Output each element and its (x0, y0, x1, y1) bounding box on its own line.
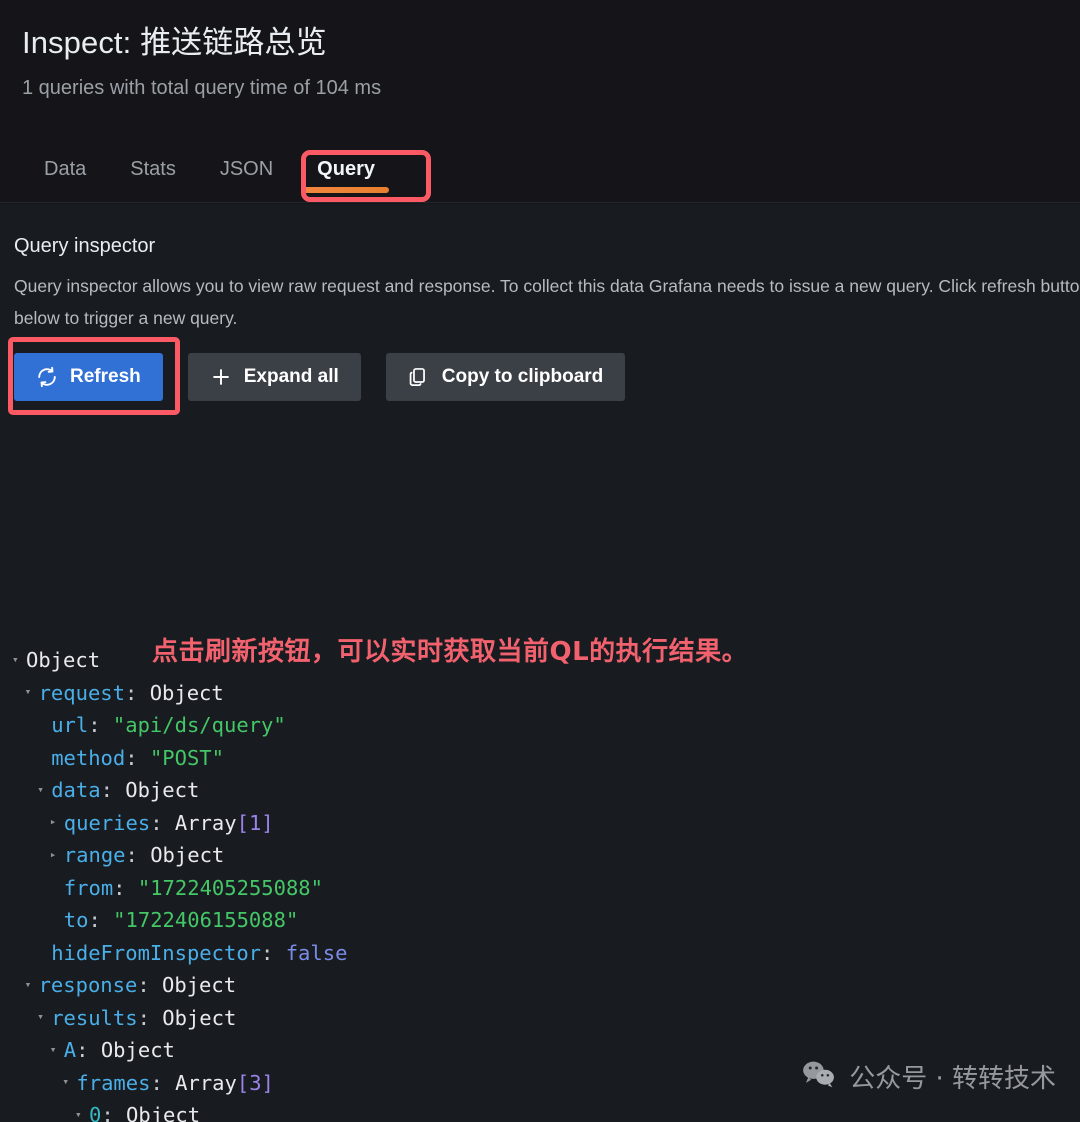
json-colon: : (261, 940, 286, 965)
json-value: "1722405255088" (137, 875, 323, 900)
json-colon: : (88, 713, 113, 737)
json-type: Object (125, 778, 200, 802)
refresh-button-label: Refresh (70, 366, 141, 387)
copy-to-clipboard-button[interactable]: Copy to clipboard (385, 353, 626, 401)
refresh-button[interactable]: Refresh (14, 353, 163, 401)
json-array-count: [1] (236, 810, 274, 835)
expand-all-button-label: Expand all (243, 366, 339, 387)
json-colon: : (137, 973, 163, 997)
json-colon: : (125, 680, 150, 705)
json-key: response (38, 973, 138, 997)
json-type: Object (26, 648, 101, 672)
json-type: Array (175, 1070, 237, 1095)
json-key: request (38, 680, 125, 705)
json-tree-row[interactable]: from: "1722405255088" (0, 872, 1080, 905)
json-key: data (51, 778, 101, 802)
json-tree-row[interactable]: to: "1722406155088" (0, 904, 1080, 937)
tab-stats[interactable]: Stats (108, 152, 198, 193)
expand-all-button[interactable]: Expand all (187, 353, 361, 401)
json-colon: : (113, 875, 138, 900)
json-colon: : (76, 1038, 101, 1062)
refresh-icon (36, 366, 58, 388)
watermark-text: 公众号 · 转转技术 (849, 1064, 1056, 1094)
json-tree-viewer: Objectrequest: Objecturl: "api/ds/query"… (0, 644, 1080, 1122)
json-key: from (63, 875, 114, 900)
json-tree-row[interactable]: 0: Object (0, 1099, 1080, 1122)
json-tree-row[interactable]: response: Object (0, 969, 1080, 1002)
json-key: results (51, 1005, 138, 1030)
json-type: Object (162, 973, 237, 997)
json-colon: : (125, 843, 151, 867)
json-colon: : (100, 778, 126, 802)
json-colon: : (150, 1070, 176, 1095)
json-tree-row[interactable]: range: Object (0, 839, 1080, 872)
json-key: range (63, 843, 126, 867)
tab-json[interactable]: JSON (198, 152, 295, 193)
json-array-count: [3] (236, 1070, 274, 1095)
json-tree-row[interactable]: method: "POST" (0, 742, 1080, 775)
inspector-actions: Refresh Expand all Copy to clipboard (14, 353, 626, 401)
json-key: queries (63, 810, 151, 835)
active-tab-indicator (303, 187, 389, 193)
json-key: to (63, 908, 89, 932)
chevron-down-icon[interactable] (12, 644, 25, 677)
json-tree-row[interactable]: url: "api/ds/query" (0, 709, 1080, 742)
json-key: hideFromInspector (51, 940, 262, 965)
tab-data[interactable]: Data (22, 152, 108, 193)
json-colon: : (125, 745, 150, 770)
chevron-right-icon[interactable] (50, 806, 63, 839)
json-type: Object (162, 1005, 237, 1030)
chevron-down-icon[interactable] (75, 1099, 88, 1122)
chevron-down-icon[interactable] (62, 1066, 75, 1099)
json-type: Object (100, 1038, 175, 1062)
json-type: Object (149, 680, 224, 705)
json-tree-row[interactable]: request: Object (0, 677, 1080, 710)
chevron-down-icon[interactable] (25, 676, 38, 709)
chevron-right-icon[interactable] (50, 839, 63, 872)
json-colon: : (137, 1005, 163, 1030)
plus-icon (210, 366, 232, 388)
chevron-down-icon[interactable] (37, 1001, 50, 1034)
copy-icon (408, 366, 430, 388)
tab-label: Data (44, 158, 87, 180)
query-inspector-body: Query inspector Query inspector allows y… (0, 204, 1080, 1122)
chevron-down-icon[interactable] (50, 1034, 63, 1067)
json-key: A (63, 1038, 77, 1062)
tab-label: Query (317, 158, 375, 180)
copy-to-clipboard-button-label: Copy to clipboard (441, 366, 604, 387)
json-value: "POST" (149, 745, 224, 770)
json-tree-row[interactable]: queries: Array[1] (0, 807, 1080, 840)
tab-label: JSON (219, 158, 274, 180)
json-value: false (285, 940, 348, 965)
tab-label: Stats (130, 158, 176, 180)
watermark: 公众号 · 转转技术 (802, 1058, 1056, 1095)
wechat-icon (802, 1060, 836, 1093)
chevron-down-icon[interactable] (25, 969, 38, 1002)
tab-query[interactable]: Query (295, 152, 397, 193)
inspector-tabs: Data Stats JSON Query (22, 152, 397, 193)
section-title: Query inspector (14, 235, 156, 257)
query-summary: 1 queries with total query time of 104 m… (22, 77, 382, 99)
drawer-header: Inspect: 推送链路总览 1 queries with total que… (0, 0, 1080, 203)
chevron-down-icon[interactable] (37, 774, 50, 807)
json-key: frames (76, 1070, 151, 1095)
json-colon: : (101, 1103, 127, 1122)
json-type: Object (150, 843, 225, 867)
json-tree-row[interactable]: results: Object (0, 1002, 1080, 1035)
section-description: Query inspector allows you to view raw r… (14, 276, 1080, 328)
json-type: Array (174, 810, 237, 835)
inspect-drawer: Inspect: 推送链路总览 1 queries with total que… (0, 0, 1080, 1122)
json-tree-row[interactable]: data: Object (0, 774, 1080, 807)
json-colon: : (150, 810, 175, 835)
json-tree-row[interactable]: Object (0, 644, 1080, 677)
json-key: 0 (89, 1103, 102, 1122)
json-type: Object (126, 1103, 201, 1122)
json-colon: : (88, 908, 114, 932)
json-tree-row[interactable]: hideFromInspector: false (0, 937, 1080, 970)
page-title: Inspect: 推送链路总览 (22, 25, 327, 60)
json-key: url (51, 713, 89, 737)
json-value: "api/ds/query" (112, 713, 286, 737)
json-key: method (51, 745, 126, 770)
json-value: "1722406155088" (113, 908, 299, 932)
